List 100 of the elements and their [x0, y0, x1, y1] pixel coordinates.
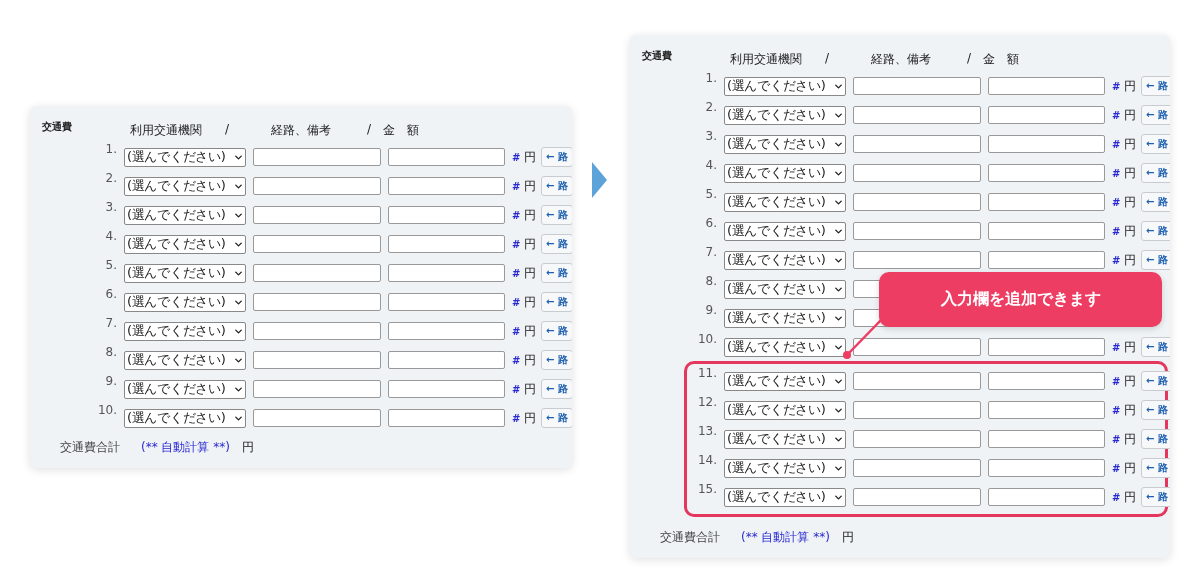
select-field[interactable]: (選んでください)	[124, 147, 246, 167]
route-button[interactable]: ← 路	[1141, 429, 1170, 449]
amount-input[interactable]	[988, 372, 1105, 390]
select-field[interactable]: (選んでください)	[724, 429, 846, 449]
amount-input[interactable]	[388, 351, 505, 369]
select-field[interactable]: (選んでください)	[124, 176, 246, 196]
amount-input[interactable]	[988, 401, 1105, 419]
select-field[interactable]: (選んでください)	[124, 408, 246, 428]
select-field[interactable]: (選んでください)	[724, 163, 846, 183]
route-input[interactable]	[253, 206, 381, 224]
route-input[interactable]	[853, 401, 981, 419]
select-field[interactable]: (選んでください)	[724, 76, 846, 96]
amount-input[interactable]	[388, 206, 505, 224]
route-button[interactable]: ← 路	[1141, 221, 1170, 241]
select-field[interactable]: (選んでください)	[124, 234, 246, 254]
route-button[interactable]: ← 路	[1141, 105, 1170, 125]
route-input[interactable]	[853, 193, 981, 211]
route-button[interactable]: ← 路	[541, 321, 572, 341]
route-input[interactable]	[853, 338, 981, 356]
route-button[interactable]: ← 路	[541, 379, 572, 399]
route-input[interactable]	[853, 164, 981, 182]
route-button[interactable]: ← 路	[1141, 337, 1170, 357]
route-button[interactable]: ← 路	[541, 350, 572, 370]
select-field[interactable]: (選んでください)	[124, 321, 246, 341]
route-input[interactable]	[253, 177, 381, 195]
select-field[interactable]: (選んでください)	[724, 250, 846, 270]
route-button[interactable]: ← 路	[1141, 134, 1170, 154]
select-field[interactable]: (選んでください)	[124, 205, 246, 225]
amount-input[interactable]	[388, 148, 505, 166]
hash-mark: #	[512, 267, 520, 279]
amount-input[interactable]	[388, 409, 505, 427]
amount-input[interactable]	[988, 106, 1105, 124]
amount-input[interactable]	[988, 222, 1105, 240]
amount-input[interactable]	[388, 322, 505, 340]
route-button[interactable]: ← 路	[1141, 458, 1170, 478]
select-field[interactable]: (選んでください)	[724, 371, 846, 391]
amount-input[interactable]	[988, 488, 1105, 506]
select-field[interactable]: (選んでください)	[124, 263, 246, 283]
hash-mark: #	[1112, 109, 1120, 121]
route-input[interactable]	[253, 380, 381, 398]
route-button[interactable]: ← 路	[1141, 163, 1170, 183]
route-input[interactable]	[853, 459, 981, 477]
total-value: (** 自動計算 **)	[141, 439, 230, 456]
route-input[interactable]	[253, 409, 381, 427]
amount-input[interactable]	[988, 251, 1105, 269]
route-button[interactable]: ← 路	[541, 176, 572, 196]
route-button[interactable]: ← 路	[541, 263, 572, 283]
route-button[interactable]: ← 路	[541, 205, 572, 225]
route-button[interactable]: ← 路	[541, 292, 572, 312]
amount-input[interactable]	[388, 235, 505, 253]
route-button[interactable]: ← 路	[1141, 192, 1170, 212]
select-field[interactable]: (選んでください)	[724, 134, 846, 154]
route-input[interactable]	[853, 372, 981, 390]
route-input[interactable]	[853, 106, 981, 124]
amount-input[interactable]	[388, 293, 505, 311]
route-input[interactable]	[853, 222, 981, 240]
route-input[interactable]	[853, 135, 981, 153]
route-input[interactable]	[253, 322, 381, 340]
route-input[interactable]	[253, 235, 381, 253]
amount-input[interactable]	[988, 459, 1105, 477]
select-field[interactable]: (選んでください)	[124, 350, 246, 370]
amount-input[interactable]	[988, 430, 1105, 448]
route-button[interactable]: ← 路	[541, 147, 572, 167]
total-label: 交通費合計	[659, 529, 721, 546]
amount-input[interactable]	[388, 264, 505, 282]
select-field[interactable]: (選んでください)	[124, 379, 246, 399]
route-button[interactable]: ← 路	[1141, 371, 1170, 391]
route-button[interactable]: ← 路	[541, 234, 572, 254]
select-field[interactable]: (選んでください)	[724, 400, 846, 420]
route-input[interactable]	[253, 148, 381, 166]
select-field[interactable]: (選んでください)	[724, 308, 846, 328]
select-field[interactable]: (選んでください)	[724, 487, 846, 507]
route-input[interactable]	[253, 351, 381, 369]
route-button[interactable]: ← 路	[541, 408, 572, 428]
amount-input[interactable]	[988, 338, 1105, 356]
row-number: 10.	[96, 403, 117, 417]
route-input[interactable]	[853, 251, 981, 269]
route-input[interactable]	[253, 293, 381, 311]
route-button[interactable]: ← 路	[1141, 487, 1170, 507]
select-field[interactable]: (選んでください)	[724, 458, 846, 478]
route-button[interactable]: ← 路	[1141, 400, 1170, 420]
amount-input[interactable]	[988, 77, 1105, 95]
route-input[interactable]	[853, 488, 981, 506]
amount-input[interactable]	[388, 177, 505, 195]
route-button[interactable]: ← 路	[1141, 250, 1170, 270]
route-button[interactable]: ← 路	[1141, 76, 1170, 96]
select-field[interactable]: (選んでください)	[724, 337, 846, 357]
select-field[interactable]: (選んでください)	[724, 279, 846, 299]
route-input[interactable]	[853, 430, 981, 448]
column-header: 経路、備考	[271, 122, 332, 139]
amount-input[interactable]	[988, 135, 1105, 153]
select-field[interactable]: (選んでください)	[724, 192, 846, 212]
amount-input[interactable]	[988, 193, 1105, 211]
route-input[interactable]	[853, 77, 981, 95]
amount-input[interactable]	[988, 164, 1105, 182]
amount-input[interactable]	[388, 380, 505, 398]
select-field[interactable]: (選んでください)	[124, 292, 246, 312]
select-field[interactable]: (選んでください)	[724, 105, 846, 125]
select-field[interactable]: (選んでください)	[724, 221, 846, 241]
route-input[interactable]	[253, 264, 381, 282]
